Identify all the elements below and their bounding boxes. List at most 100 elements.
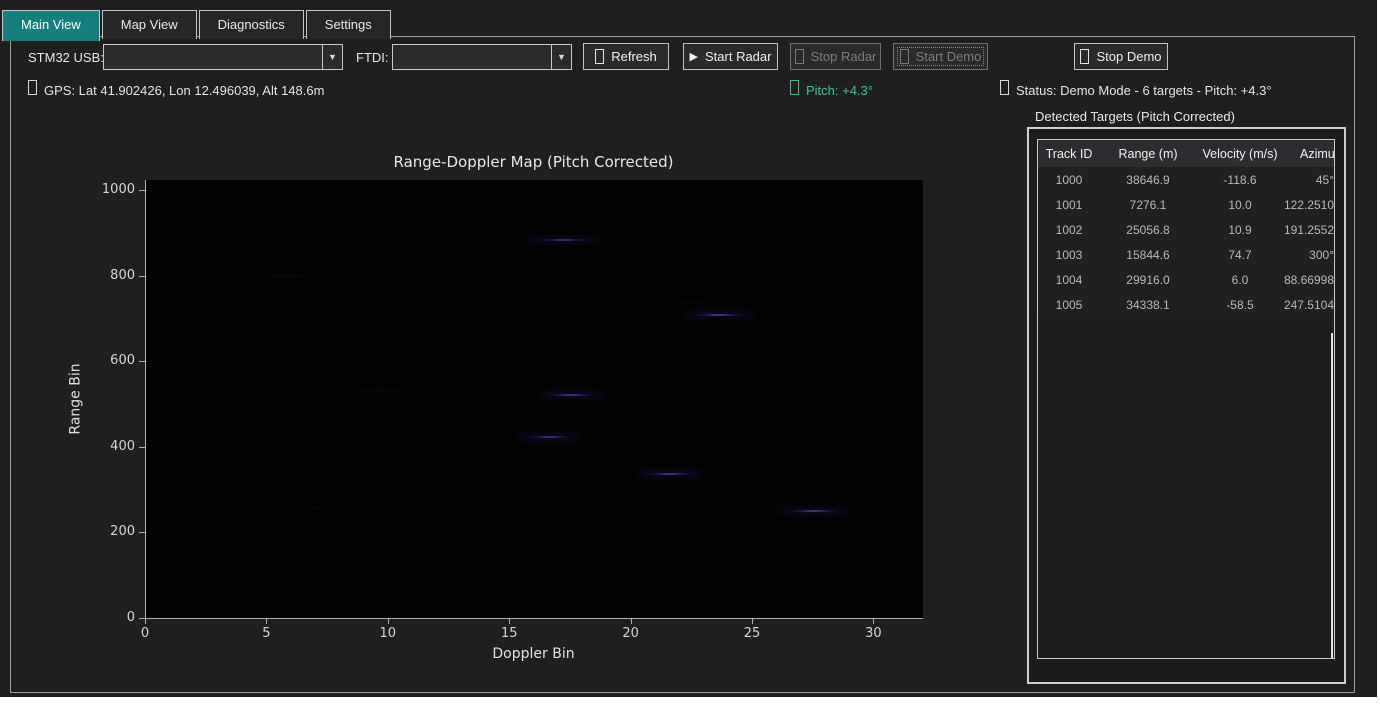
range-doppler-heatmap	[145, 180, 923, 619]
table-row[interactable]: 100315844.674.7300°	[1038, 242, 1334, 267]
detection-streak	[636, 473, 704, 476]
column-header[interactable]: Azimuth	[1284, 147, 1335, 161]
detection-streak	[681, 313, 756, 316]
column-header[interactable]: Velocity (m/s)	[1196, 147, 1284, 161]
targets-panel: Track IDRange (m)Velocity (m/s)Azimuth 1…	[1027, 127, 1346, 684]
tab-main-view[interactable]: Main View	[2, 10, 100, 41]
status-icon	[1000, 80, 1009, 95]
stop-icon	[795, 49, 804, 64]
y-tick-mark	[139, 532, 145, 533]
table-body: 100038646.9-118.645°10017276.110.0122.25…	[1038, 167, 1334, 317]
ftdi-combobox[interactable]: ▼	[392, 44, 572, 70]
table-cell: 38646.9	[1100, 173, 1196, 187]
table-cell: 7276.1	[1100, 198, 1196, 212]
y-tick-label: 800	[35, 268, 135, 284]
y-tick-mark	[139, 447, 145, 448]
y-tick-mark	[139, 276, 145, 277]
refresh-button[interactable]: Refresh	[583, 43, 669, 70]
gps-status: GPS: Lat 41.902426, Lon 12.496039, Alt 1…	[28, 80, 324, 98]
y-tick-label: 400	[35, 439, 135, 455]
x-axis-label: Doppler Bin	[145, 646, 922, 662]
chart-title: Range-Doppler Map (Pitch Corrected)	[145, 153, 922, 171]
x-tick-mark	[388, 619, 389, 624]
detection-streak	[527, 238, 600, 241]
table-cell: 74.7	[1196, 248, 1284, 262]
ftdi-label: FTDI:	[356, 50, 389, 65]
table-row[interactable]: 100225056.810.9191.2552	[1038, 217, 1334, 242]
tab-map-view[interactable]: Map View	[102, 10, 197, 39]
table-cell: 10.0	[1196, 198, 1284, 212]
x-tick-mark	[266, 619, 267, 624]
x-tick-label: 0	[123, 626, 167, 641]
x-tick-label: 20	[609, 626, 653, 641]
detection-streak	[516, 435, 582, 438]
pitch-indicator: Pitch: +4.3°	[790, 80, 873, 98]
refresh-icon	[595, 49, 604, 64]
table-cell: 15844.6	[1100, 248, 1196, 262]
app-window: Main ViewMap ViewDiagnosticsSettings STM…	[0, 0, 1377, 697]
tab-bar: Main ViewMap ViewDiagnosticsSettings	[2, 8, 393, 39]
tab-settings[interactable]: Settings	[306, 10, 391, 39]
x-tick-label: 15	[487, 626, 531, 641]
demo-icon	[900, 49, 909, 64]
table-cell: 6.0	[1196, 273, 1284, 287]
table-cell: 1000	[1038, 173, 1100, 187]
x-tick-mark	[145, 619, 146, 624]
x-tick-label: 5	[244, 626, 288, 641]
stm32-usb-combobox-value	[104, 45, 322, 69]
y-tick-mark	[139, 361, 145, 362]
table-cell: 25056.8	[1100, 223, 1196, 237]
chevron-down-icon[interactable]: ▼	[551, 45, 571, 69]
stm32-usb-combobox[interactable]: ▼	[103, 44, 343, 70]
table-cell: 1005	[1038, 298, 1100, 312]
detection-streak	[777, 510, 850, 513]
x-tick-label: 25	[730, 626, 774, 641]
y-tick-label: 1000	[35, 182, 135, 198]
table-row[interactable]: 100038646.9-118.645°	[1038, 167, 1334, 192]
pitch-icon	[790, 80, 799, 95]
range-doppler-chart: Range-Doppler Map (Pitch Corrected) Rang…	[15, 140, 1015, 688]
y-tick-label: 0	[35, 610, 135, 626]
table-cell: -118.6	[1196, 173, 1284, 187]
tab-diagnostics[interactable]: Diagnostics	[199, 10, 304, 39]
x-tick-mark	[752, 619, 753, 624]
play-icon: ▶	[690, 50, 698, 63]
stop-demo-button[interactable]: Stop Demo	[1074, 43, 1168, 70]
detection-streak	[536, 393, 606, 396]
chevron-down-icon[interactable]: ▼	[322, 45, 342, 69]
table-row[interactable]: 10017276.110.0122.2510	[1038, 192, 1334, 217]
table-cell: 29916.0	[1100, 273, 1196, 287]
x-tick-label: 30	[851, 626, 895, 641]
table-cell: 1002	[1038, 223, 1100, 237]
table-cell: 1004	[1038, 273, 1100, 287]
table-row[interactable]: 100429916.06.088.66998	[1038, 267, 1334, 292]
y-tick-label: 200	[35, 524, 135, 540]
x-tick-label: 10	[366, 626, 410, 641]
y-tick-label: 600	[35, 353, 135, 369]
stm32-usb-label: STM32 USB:	[28, 50, 104, 65]
targets-table: Track IDRange (m)Velocity (m/s)Azimuth 1…	[1037, 139, 1335, 659]
table-cell: -58.5	[1196, 298, 1284, 312]
table-cell: 1003	[1038, 248, 1100, 262]
table-cell: 1001	[1038, 198, 1100, 212]
start-radar-button[interactable]: ▶ Start Radar	[683, 43, 778, 70]
table-header-row: Track IDRange (m)Velocity (m/s)Azimuth	[1038, 140, 1334, 167]
ftdi-combobox-value	[393, 45, 551, 69]
y-tick-mark	[139, 190, 145, 191]
table-cell: 10.9	[1196, 223, 1284, 237]
x-tick-mark	[631, 619, 632, 624]
satellite-icon	[28, 80, 37, 95]
table-row[interactable]: 100534338.1-58.5247.5104	[1038, 292, 1334, 317]
column-header[interactable]: Track ID	[1038, 147, 1100, 161]
x-tick-mark	[873, 619, 874, 624]
y-axis-label: Range Bin	[63, 180, 89, 618]
targets-panel-title: Detected Targets (Pitch Corrected)	[1035, 109, 1235, 124]
x-tick-mark	[509, 619, 510, 624]
table-cell: 34338.1	[1100, 298, 1196, 312]
start-demo-button[interactable]: Start Demo	[893, 43, 988, 70]
stop-radar-button[interactable]: Stop Radar	[790, 43, 881, 70]
table-scrollbar[interactable]	[1331, 333, 1333, 659]
status-message: Status: Demo Mode - 6 targets - Pitch: +…	[1000, 80, 1272, 98]
column-header[interactable]: Range (m)	[1100, 147, 1196, 161]
stop-icon	[1080, 49, 1089, 64]
